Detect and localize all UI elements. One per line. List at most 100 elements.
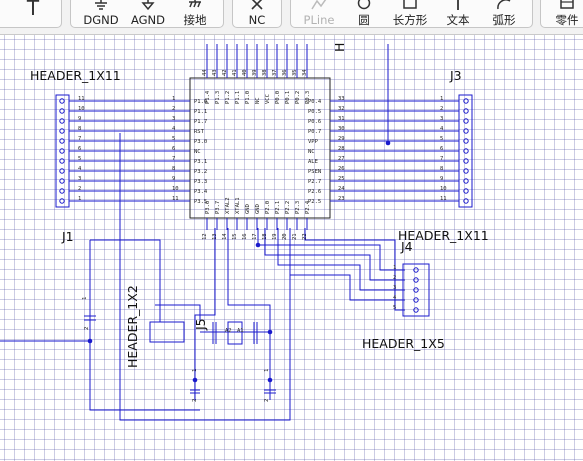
pline-label: PLine [303, 13, 335, 27]
j1-type-label[interactable]: HEADER_1X11 [30, 68, 121, 83]
j4-ref-label[interactable]: J4 [400, 239, 413, 254]
j3-ref-label[interactable]: J3 [449, 68, 462, 83]
j3-pin[interactable] [463, 138, 469, 144]
j1-pin-number: 1 [78, 196, 81, 202]
j3-pin[interactable] [463, 188, 469, 194]
pline-button[interactable]: PLine [297, 0, 341, 27]
earth-ground-button[interactable]: 接地 [175, 0, 215, 27]
j1-pin[interactable] [59, 128, 65, 134]
wire-xtal-left[interactable] [194, 228, 216, 380]
schematic-drawing[interactable]: 1 P1.02 P1.13 P1.74 RST5 P3.06 NC7 P3.18 P3.29 P3… [0, 35, 583, 461]
j3-pin[interactable] [463, 178, 469, 184]
wire-j4-1[interactable] [257, 228, 405, 271]
agnd-button[interactable]: AGND [127, 0, 169, 27]
rectangle-button[interactable]: 长方形 [389, 0, 431, 27]
circle-button[interactable]: 圆 [347, 0, 381, 27]
j1-pin[interactable] [59, 148, 65, 154]
mcu-top-pin-name: P0.3 [305, 91, 311, 104]
wire-cap-leads[interactable] [194, 380, 271, 400]
j4-type-label[interactable]: HEADER_1X5 [362, 336, 445, 351]
text-label: 文本 [446, 13, 470, 27]
mcu-left-pin-name: P3.2 [194, 169, 207, 175]
mcu-left-pin-number: 5 [172, 136, 175, 142]
j1-pin[interactable] [59, 178, 65, 184]
mcu-left-pin-name: RST [194, 129, 205, 135]
mcu-left-pin-number: 3 [172, 116, 175, 122]
capacitor-pin-number: 1 [192, 369, 198, 372]
mcu-top-pin-number: 38 [262, 69, 268, 76]
mcu-bottom-pin-number: 14 [222, 233, 228, 240]
parts-button[interactable]: 零件 [547, 0, 583, 27]
j3-pin[interactable] [463, 148, 469, 154]
mcu-bottom-pin-name: XTAL2 [225, 197, 231, 214]
j3-pin[interactable] [463, 168, 469, 174]
j3-pin[interactable] [463, 128, 469, 134]
j1-ref-label[interactable]: J1 [61, 229, 74, 244]
top-h-label[interactable]: H [332, 43, 347, 52]
j4-pin[interactable] [413, 287, 419, 293]
j4-pin-number: 1 [393, 265, 396, 271]
mcu-left-pin-number: 11 [172, 196, 179, 202]
mcu-bottom-pin-name: P2.2 [285, 201, 291, 214]
junction-dot [267, 329, 273, 335]
j4-pin[interactable] [413, 297, 419, 303]
j3-pin[interactable] [463, 98, 469, 104]
j3-pin[interactable] [463, 198, 469, 204]
analog-ground-icon [127, 0, 169, 14]
j3-pin[interactable] [463, 158, 469, 164]
mcu-right-pin-name: P2.6 [308, 189, 321, 195]
mcu-right-pin-number: 24 [338, 186, 345, 192]
parts-label: 零件 [555, 13, 579, 27]
cap-plates-bottom[interactable] [190, 389, 276, 394]
schematic-canvas[interactable]: 1 P1.0 2 P1.1 3 P1.7 4 RST 5 P3.0 6 NC 7 P3.1 8 P3.2 9 P3… [0, 35, 583, 461]
crystal-pin-a1: A1 [237, 328, 244, 334]
capacitor-pin-number: 2 [192, 399, 198, 402]
j1-pin[interactable] [59, 118, 65, 124]
mcu-bottom-pin-number: 20 [282, 233, 288, 240]
j3-pin[interactable] [463, 108, 469, 114]
j4-pin[interactable] [413, 277, 419, 283]
j1-pin[interactable] [59, 188, 65, 194]
j3-pin-number: 7 [440, 156, 443, 162]
mcu-right-pin-number: 23 [338, 196, 345, 202]
j5-type-label[interactable]: HEADER_1X2 [125, 285, 140, 368]
j1-body[interactable] [55, 94, 70, 208]
j1-pin[interactable] [59, 168, 65, 174]
mcu-right-pin-name: VPP [308, 139, 319, 145]
j3-body[interactable] [458, 94, 473, 208]
arc-button[interactable]: 弧形 [487, 0, 521, 27]
j3-pin[interactable] [463, 118, 469, 124]
capacitor-pin-number: 2 [264, 399, 270, 402]
mcu-top-pin-name: P0.0 [275, 91, 281, 104]
j1-pin[interactable] [59, 98, 65, 104]
j1-pin[interactable] [59, 108, 65, 114]
wire-j4-5[interactable] [304, 228, 405, 311]
toolbar-partial-button[interactable]: T [21, 0, 45, 27]
j5-body[interactable] [149, 321, 185, 343]
j1-pin[interactable] [59, 138, 65, 144]
mcu-right-pin-number: 30 [338, 126, 345, 132]
j1-pin[interactable] [59, 198, 65, 204]
mcu-right-pin-number: 26 [338, 166, 345, 172]
wire-rst-loop[interactable] [119, 133, 291, 421]
junction-dot [267, 377, 273, 383]
j4-pin[interactable] [413, 307, 419, 313]
mcu-top-pin-name: P0.1 [285, 91, 291, 104]
crystal-pin-a2: A2 [225, 328, 232, 334]
j3-pin-number: 11 [440, 196, 447, 202]
mcu-bottom-pin-number: 12 [202, 233, 208, 240]
j5-ref-label[interactable]: J5 [193, 318, 208, 331]
wire-xtal-right[interactable] [227, 228, 271, 380]
nc-button[interactable]: NC [237, 0, 277, 27]
j1-pin[interactable] [59, 158, 65, 164]
j4-pin[interactable] [413, 267, 419, 273]
j1-pin-number: 11 [78, 96, 85, 102]
mcu-bottom-pin-name: P2.1 [275, 201, 281, 214]
mcu-right-pin-number: 32 [338, 106, 345, 112]
mcu-top-pin-number: 40 [242, 69, 248, 76]
mcu-left-pin-name: P3.0 [194, 139, 207, 145]
text-button[interactable]: 文本 [441, 0, 475, 27]
mcu-right-pin-number: 27 [338, 156, 345, 162]
cap-plates-xtal[interactable] [212, 322, 258, 344]
dgnd-button[interactable]: DGND [81, 0, 121, 27]
